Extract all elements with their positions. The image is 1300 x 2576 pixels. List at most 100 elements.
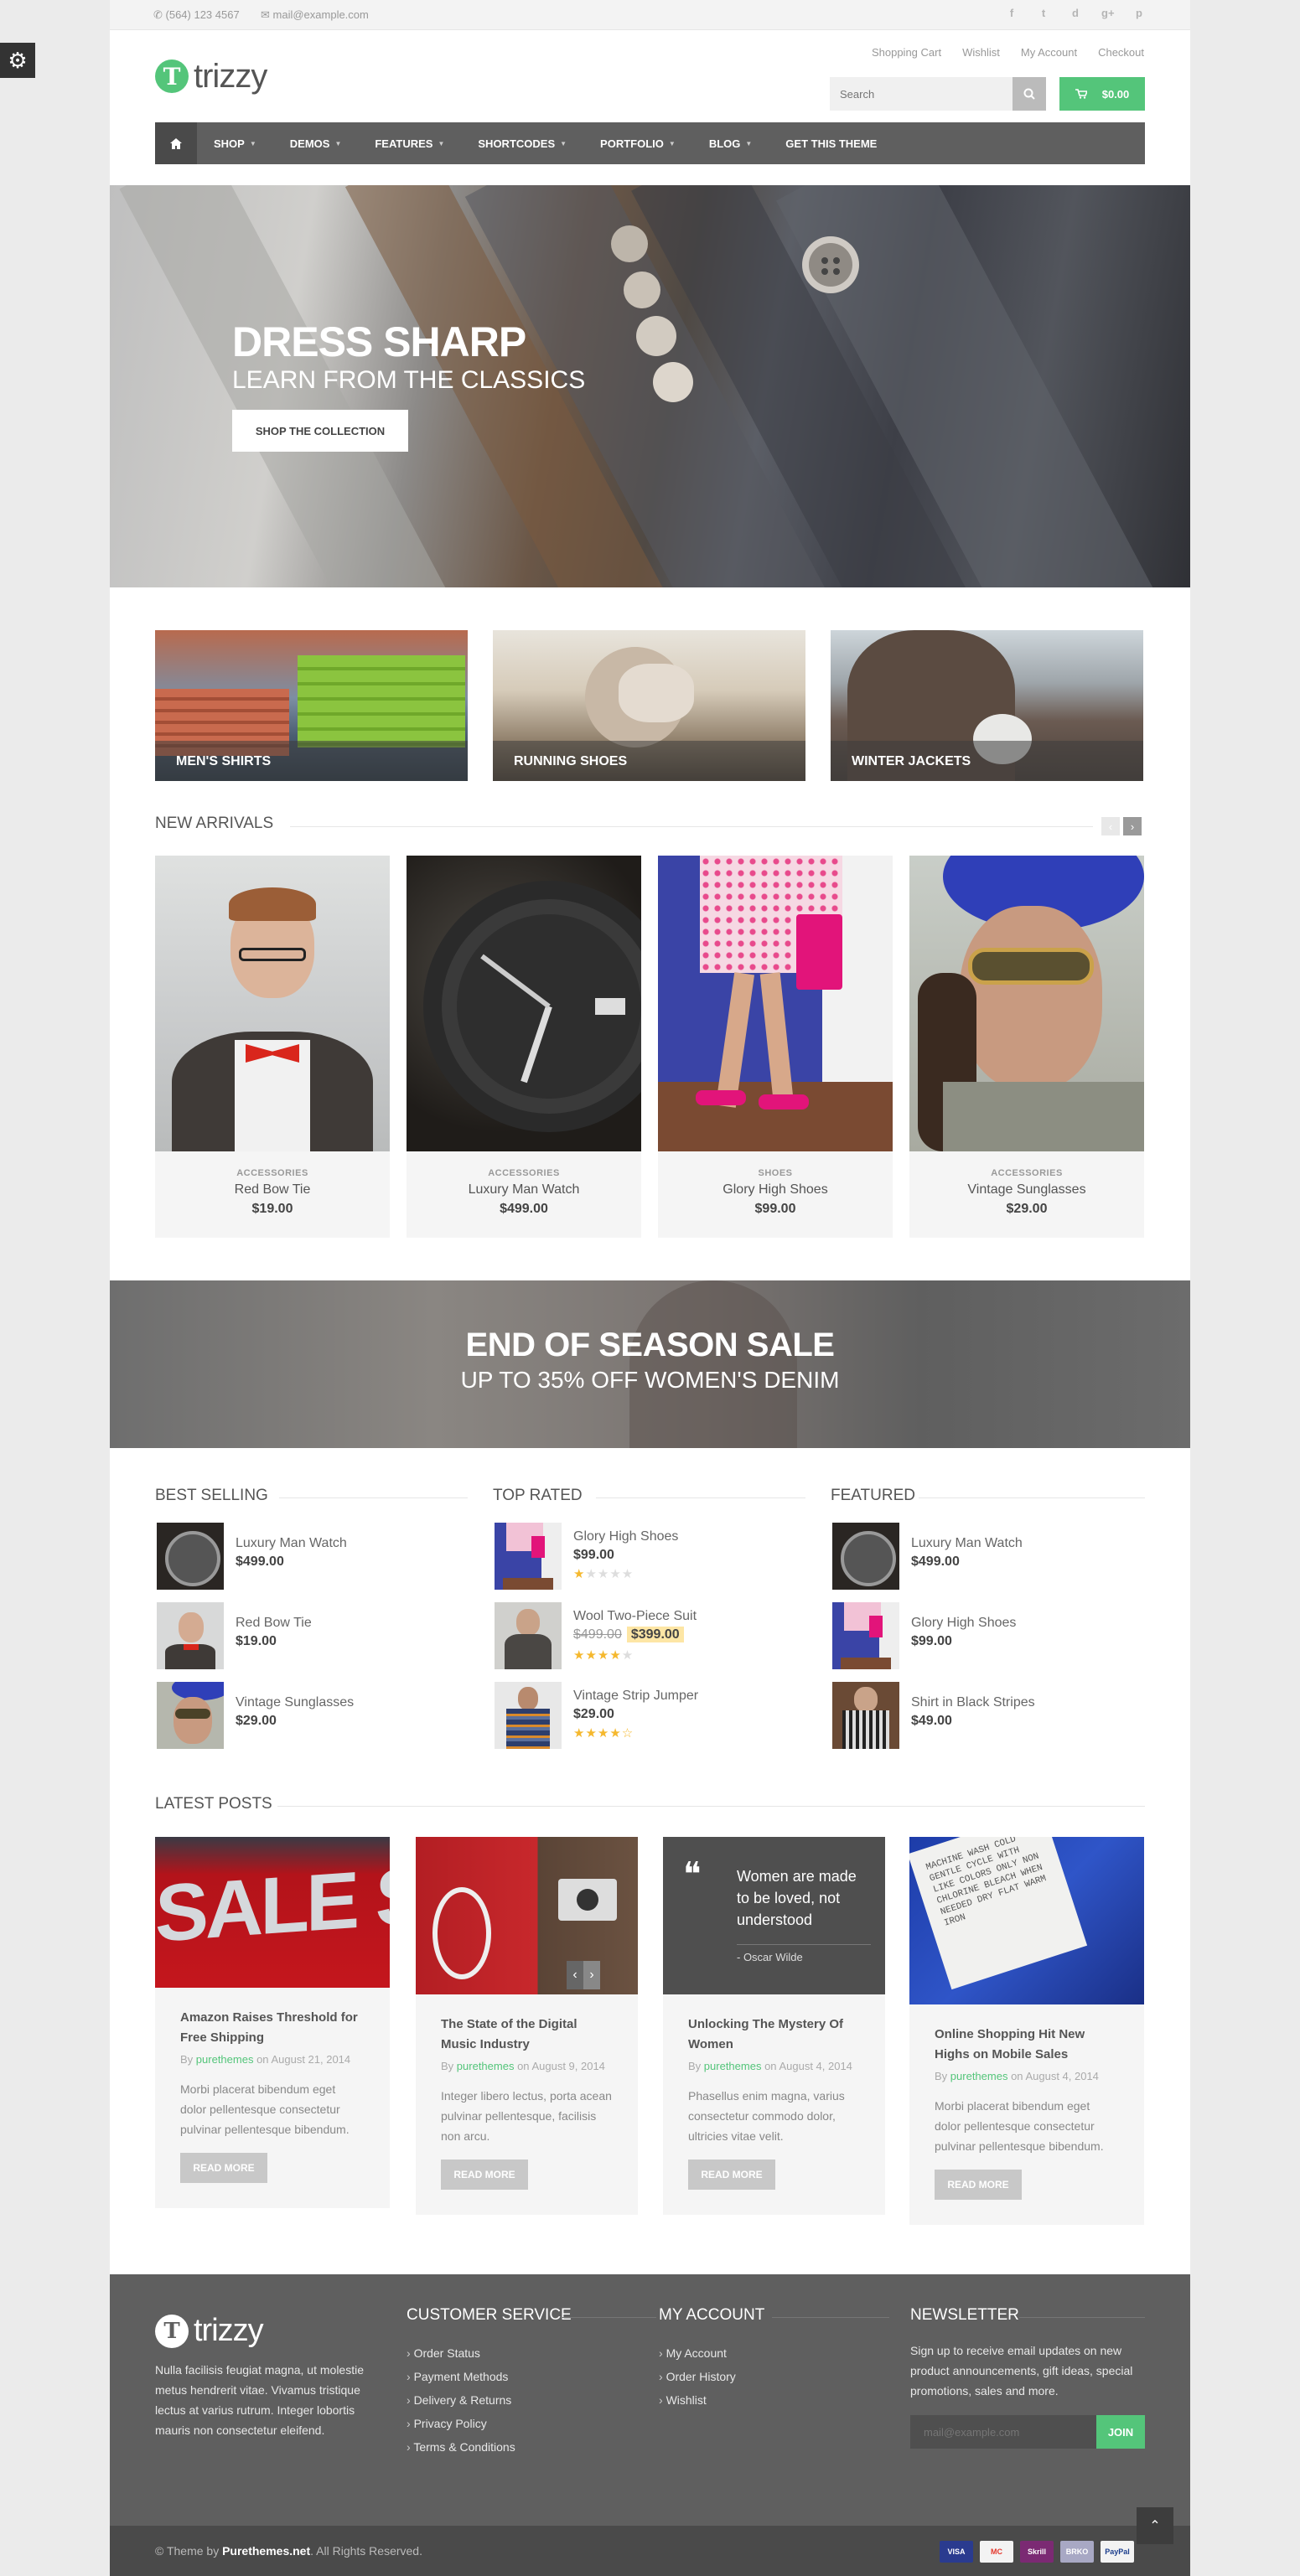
back-to-top-button[interactable]: ⌃: [1137, 2507, 1173, 2544]
chevron-left-icon[interactable]: ‹: [1101, 817, 1120, 835]
product-name: Glory High Shoes: [573, 1529, 679, 1544]
best-selling-title: BEST SELLING: [155, 1487, 268, 1504]
footer-link[interactable]: Delivery & Returns: [407, 2388, 515, 2412]
product-image: [658, 856, 893, 1151]
list-item[interactable]: Luxury Man Watch $499.00: [155, 1523, 474, 1591]
footer-link[interactable]: Terms & Conditions: [407, 2435, 515, 2459]
post-image: MACHINE WASH COLD GENTLE CYCLE WITH LIKE…: [909, 1837, 1144, 2004]
logo[interactable]: T trizzy: [155, 57, 267, 96]
meta-on: on: [764, 2060, 777, 2072]
category-winter-jackets[interactable]: WINTER JACKETS: [831, 630, 1143, 781]
shop-collection-button[interactable]: SHOP THE COLLECTION: [232, 410, 408, 452]
facebook-icon[interactable]: f: [1006, 7, 1018, 19]
list-item[interactable]: Red Bow Tie $19.00: [155, 1602, 474, 1671]
newsletter-email-input[interactable]: [910, 2415, 1096, 2449]
nav-blog[interactable]: BLOG ▼: [692, 137, 769, 150]
category-running-shoes[interactable]: RUNNING SHOES: [493, 630, 805, 781]
blog-post-card[interactable]: MACHINE WASH COLD GENTLE CYCLE WITH LIKE…: [909, 1837, 1144, 2225]
chevron-right-icon[interactable]: ›: [1123, 817, 1142, 835]
nav-portfolio[interactable]: PORTFOLIO ▼: [583, 137, 692, 150]
read-more-button[interactable]: READ MORE: [935, 2170, 1022, 2200]
list-item[interactable]: Shirt in Black Stripes $49.00: [831, 1682, 1149, 1751]
post-title[interactable]: Unlocking The Mystery Of Women: [688, 2015, 860, 2055]
chevron-right-icon[interactable]: ›: [583, 1961, 600, 1989]
meta-on: on: [256, 2053, 269, 2066]
product-thumb: [495, 1602, 562, 1669]
list-item[interactable]: Glory High Shoes $99.00 ★★★★★: [493, 1523, 811, 1591]
search-input[interactable]: [830, 77, 1013, 111]
section-divider: [772, 2317, 889, 2318]
list-item[interactable]: Wool Two-Piece Suit $499.00 $399.00 ★★★★★: [493, 1602, 811, 1671]
quote-block: ❝ Women are made to be loved, not unders…: [663, 1837, 885, 1994]
pinterest-icon[interactable]: p: [1133, 7, 1145, 19]
blog-post-card[interactable]: ‹ › The State of the Digital Music Indus…: [416, 1837, 638, 2215]
sale-banner[interactable]: END OF SEASON SALE UP TO 35% OFF WOMEN'S…: [110, 1280, 1190, 1448]
read-more-button[interactable]: READ MORE: [180, 2153, 267, 2183]
nav-demos[interactable]: DEMOS ▼: [273, 137, 359, 150]
product-thumb: [495, 1523, 562, 1590]
dribbble-icon[interactable]: d: [1070, 7, 1081, 19]
twitter-icon[interactable]: t: [1038, 7, 1049, 19]
chevron-up-icon: ⌃: [1149, 2519, 1161, 2533]
list-item[interactable]: Luxury Man Watch $499.00: [831, 1523, 1149, 1591]
list-item[interactable]: Glory High Shoes $99.00: [831, 1602, 1149, 1671]
footer-link[interactable]: Privacy Policy: [407, 2412, 515, 2435]
footer-link[interactable]: My Account: [659, 2341, 736, 2365]
cart-button[interactable]: $0.00: [1059, 77, 1145, 111]
footer-link[interactable]: Payment Methods: [407, 2365, 515, 2388]
settings-gear-icon[interactable]: ⚙: [0, 43, 35, 78]
post-author[interactable]: purethemes: [457, 2060, 515, 2072]
footer-about: Nulla facilisis feugiat magna, ut molest…: [155, 2363, 365, 2437]
product-card[interactable]: ACCESSORIES Vintage Sunglasses $29.00: [909, 856, 1144, 1238]
caret-down-icon: ▼: [438, 139, 445, 147]
nav-label: BLOG: [708, 137, 741, 150]
product-card[interactable]: SHOES Glory High Shoes $99.00: [658, 856, 893, 1238]
carousel-arrows: ‹ ›: [1101, 817, 1142, 835]
read-more-button[interactable]: READ MORE: [688, 2160, 775, 2190]
blog-post-card[interactable]: ❝ Women are made to be loved, not unders…: [663, 1837, 885, 2215]
list-item[interactable]: Vintage Strip Jumper $29.00 ★★★★☆: [493, 1682, 811, 1751]
page-wrapper: ✆ (564) 123 4567 ✉ mail@example.com f t …: [110, 0, 1190, 2576]
post-title[interactable]: Online Shopping Hit New Highs on Mobile …: [935, 2025, 1119, 2065]
googleplus-icon[interactable]: g+: [1101, 7, 1115, 19]
product-card[interactable]: ACCESSORIES Luxury Man Watch $499.00: [407, 856, 641, 1238]
footer-link[interactable]: Order Status: [407, 2341, 515, 2365]
product-card[interactable]: ACCESSORIES Red Bow Tie $19.00: [155, 856, 390, 1238]
shopping-cart-link[interactable]: Shopping Cart: [872, 46, 941, 59]
nav-shop[interactable]: SHOP ▼: [197, 137, 273, 150]
cart-total: $0.00: [1101, 87, 1130, 101]
mail-icon: ✉: [261, 8, 273, 21]
wishlist-link[interactable]: Wishlist: [962, 46, 1000, 59]
nav-shortcodes[interactable]: SHORTCODES ▼: [461, 137, 583, 150]
featured-title: FEATURED: [831, 1487, 915, 1504]
list-item[interactable]: Vintage Sunglasses $29.00: [155, 1682, 474, 1751]
nav-features[interactable]: FEATURES ▼: [358, 137, 461, 150]
post-author[interactable]: purethemes: [704, 2060, 762, 2072]
email-info[interactable]: ✉ mail@example.com: [261, 8, 369, 22]
old-price: $499.00: [573, 1627, 622, 1642]
copyright-brand[interactable]: Purethemes.net: [222, 2544, 310, 2558]
post-title[interactable]: The State of the Digital Music Industry: [441, 2015, 613, 2055]
post-meta: By purethemes on August 4, 2014: [688, 2060, 860, 2072]
post-author[interactable]: purethemes: [196, 2053, 254, 2066]
newsletter-join-button[interactable]: JOIN: [1096, 2415, 1145, 2449]
post-author[interactable]: purethemes: [950, 2070, 1008, 2082]
product-price: $19.00: [251, 1202, 293, 1216]
product-name: Glory High Shoes: [911, 1616, 1017, 1630]
cart-icon: [1075, 89, 1087, 99]
chevron-left-icon[interactable]: ‹: [567, 1961, 583, 1989]
footer-link[interactable]: Wishlist: [659, 2388, 736, 2412]
footer-link[interactable]: Order History: [659, 2365, 736, 2388]
star-rating: ★★★★☆: [573, 1726, 634, 1741]
checkout-link[interactable]: Checkout: [1098, 46, 1144, 59]
home-button[interactable]: [155, 122, 197, 164]
my-account-link[interactable]: My Account: [1021, 46, 1077, 59]
blog-post-card[interactable]: SALE SAL Amazon Raises Threshold for Fre…: [155, 1837, 390, 2208]
category-mens-shirts[interactable]: MEN'S SHIRTS: [155, 630, 468, 781]
read-more-button[interactable]: READ MORE: [441, 2160, 528, 2190]
post-title[interactable]: Amazon Raises Threshold for Free Shippin…: [180, 2008, 365, 2048]
search-icon: [1023, 88, 1035, 100]
nav-get-theme[interactable]: GET THIS THEME: [769, 137, 893, 150]
footer-logo[interactable]: T trizzy: [155, 2313, 264, 2349]
search-button[interactable]: [1013, 77, 1046, 111]
